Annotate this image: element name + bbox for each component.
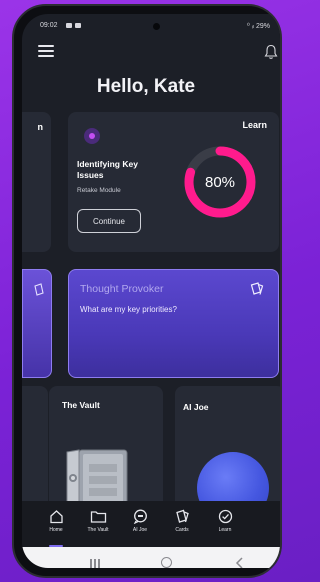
menu-icon[interactable] bbox=[38, 45, 54, 57]
notification-icon bbox=[75, 23, 81, 28]
app-screen: 09:02 ⁰ ᵢₗ 29% Hello, Kate n Learn Ident… bbox=[22, 14, 280, 568]
ai-joe-card[interactable]: AI Joe bbox=[175, 386, 280, 511]
nav-cards-label: Cards bbox=[175, 527, 189, 533]
previous-card[interactable]: n bbox=[22, 112, 51, 252]
chat-icon bbox=[133, 509, 147, 524]
greeting-title: Hello, Kate bbox=[96, 76, 196, 97]
thought-provoker-card[interactable]: Thought Provoker What are my key priorit… bbox=[68, 269, 279, 378]
previous-card-label: n bbox=[37, 122, 44, 132]
nav-learn-label: Learn bbox=[218, 527, 232, 533]
nav-cards[interactable]: Cards bbox=[162, 509, 202, 533]
back-icon[interactable] bbox=[235, 557, 245, 568]
nav-ai-joe-label: AI Joe bbox=[132, 527, 148, 533]
nav-home-label: Home bbox=[49, 527, 63, 533]
thought-provoker-title: Thought Provoker bbox=[80, 283, 164, 295]
recents-icon[interactable] bbox=[90, 559, 100, 568]
module-badge-icon bbox=[84, 128, 100, 144]
previous-provoker-card[interactable] bbox=[22, 269, 52, 378]
thought-provoker-question: What are my key priorities? bbox=[80, 305, 177, 314]
bottom-nav: Home The Vault AI Joe Cards Learn bbox=[22, 501, 280, 549]
nav-the-vault-label: The Vault bbox=[87, 527, 109, 533]
folder-icon bbox=[90, 511, 106, 523]
vault-card-title: The Vault bbox=[62, 400, 100, 410]
status-time: 09:02 bbox=[40, 22, 58, 29]
phone-frame: 09:02 ⁰ ᵢₗ 29% Hello, Kate n Learn Ident… bbox=[12, 4, 282, 578]
continue-button[interactable]: Continue bbox=[77, 209, 141, 233]
module-subtitle: Retake Module bbox=[77, 187, 121, 194]
vault-card[interactable]: The Vault bbox=[49, 386, 163, 511]
camera-hole bbox=[153, 23, 160, 30]
module-title: Identifying Key Issues bbox=[77, 159, 138, 180]
home-icon bbox=[49, 510, 63, 524]
system-nav-bar bbox=[22, 547, 280, 568]
cards-icon bbox=[175, 509, 189, 523]
cards-icon bbox=[250, 282, 264, 295]
progress-percent: 80% bbox=[204, 173, 236, 191]
nav-ai-joe[interactable]: AI Joe bbox=[120, 509, 160, 533]
check-circle-icon bbox=[218, 509, 232, 524]
ai-joe-card-title: AI Joe bbox=[183, 402, 209, 412]
status-right: ⁰ ᵢₗ 29% bbox=[247, 23, 270, 30]
bell-icon[interactable] bbox=[264, 44, 278, 60]
previous-feature-card[interactable] bbox=[22, 386, 48, 511]
card-flip-icon bbox=[34, 283, 44, 296]
nav-home[interactable]: Home bbox=[36, 509, 76, 533]
notification-icon bbox=[66, 23, 72, 28]
nav-the-vault[interactable]: The Vault bbox=[78, 509, 118, 533]
nav-learn[interactable]: Learn bbox=[205, 509, 245, 533]
home-button-icon[interactable] bbox=[161, 557, 172, 568]
learn-card[interactable]: Learn Identifying Key Issues Retake Modu… bbox=[68, 112, 279, 252]
learn-card-label: Learn bbox=[242, 120, 267, 130]
